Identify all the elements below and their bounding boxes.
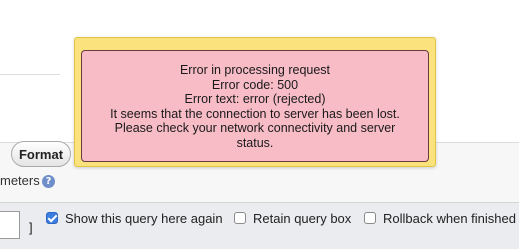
error-advice: Please check your network connectivity a…	[114, 121, 396, 135]
delimiter-input[interactable]	[0, 211, 20, 239]
retain-query-box-checkbox[interactable]	[234, 212, 246, 224]
show-query-label: Show this query here again	[65, 210, 223, 226]
retain-query-box-label: Retain query box	[253, 210, 352, 226]
rollback-option[interactable]: Rollback when finished	[364, 209, 516, 227]
rollback-label: Rollback when finished	[383, 210, 516, 226]
help-icon[interactable]: ?	[42, 175, 55, 188]
rollback-checkbox[interactable]	[364, 212, 376, 224]
error-text: Error text: error (rejected)	[184, 92, 326, 106]
show-query-checkbox[interactable]	[46, 212, 58, 224]
retain-query-box-option[interactable]: Retain query box	[234, 209, 351, 227]
error-advice-continued: status.	[236, 135, 274, 150]
parameters-label: meters	[0, 173, 40, 188]
format-button[interactable]: Format	[11, 141, 71, 167]
error-message-box: Error in processing request Error code: …	[81, 50, 429, 162]
error-dialog: Error in processing request Error code: …	[74, 37, 436, 167]
divider	[0, 74, 60, 75]
error-title: Error in processing request	[179, 63, 331, 77]
error-explanation: It seems that the connection to server h…	[110, 106, 400, 121]
show-query-option[interactable]: Show this query here again	[46, 209, 223, 227]
error-code: Error code: 500	[211, 77, 299, 92]
delimiter-bracket: ]	[29, 220, 33, 235]
